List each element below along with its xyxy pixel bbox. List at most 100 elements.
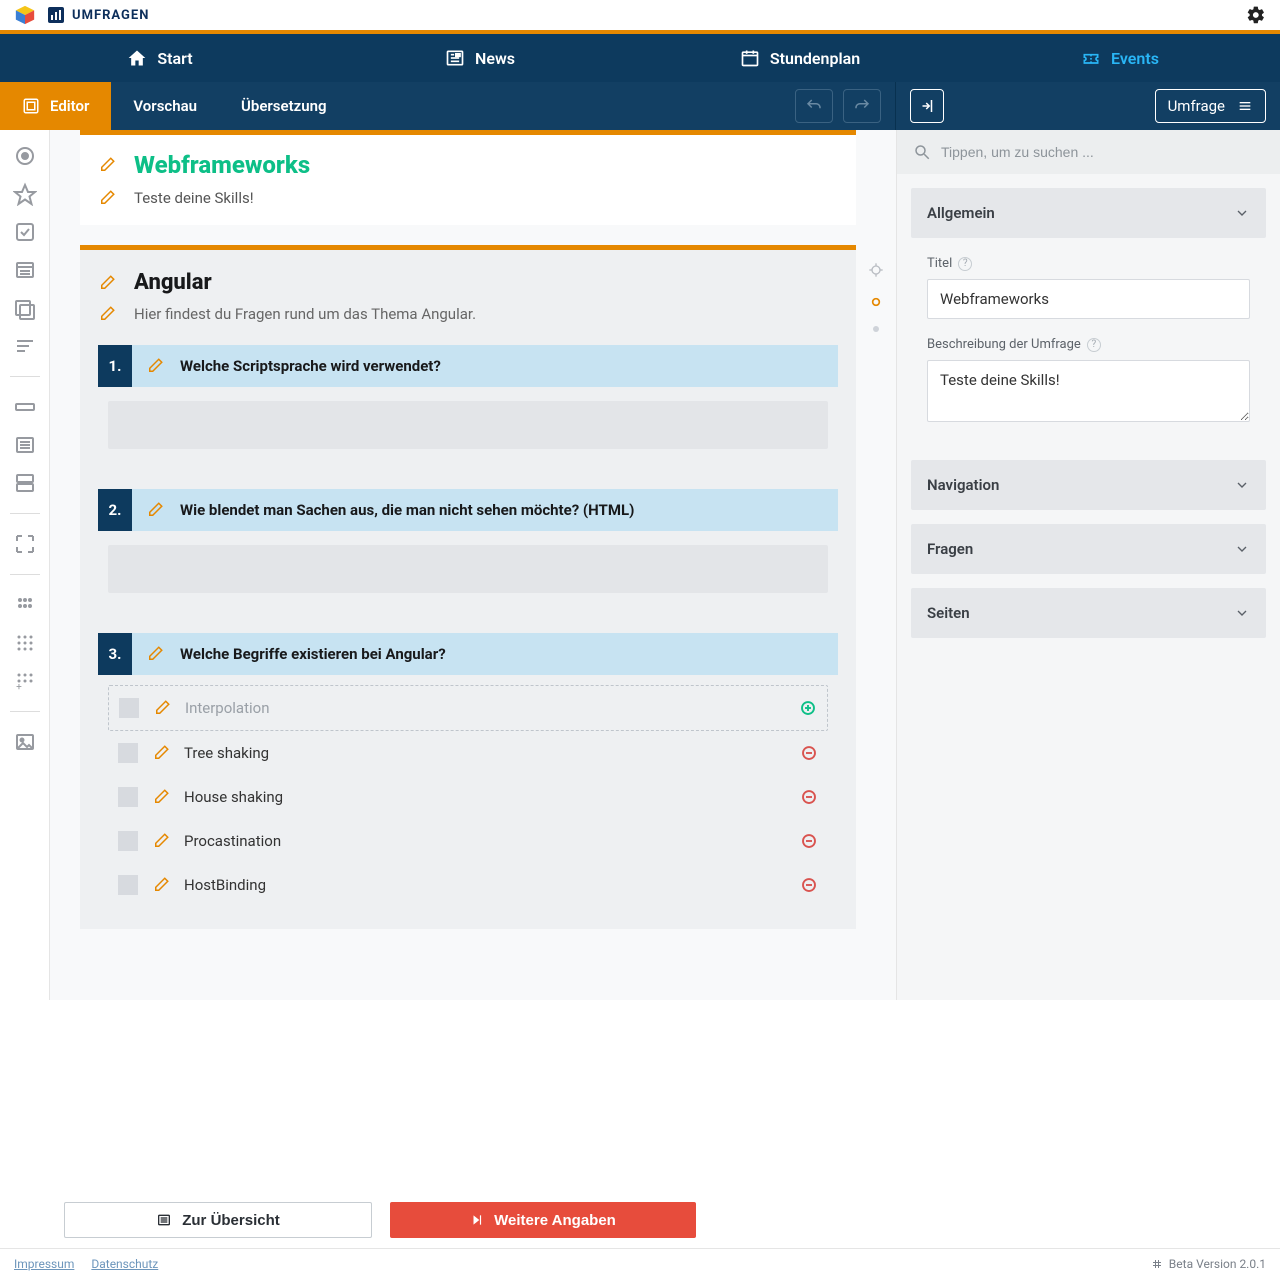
help-icon[interactable]: ? (958, 257, 972, 271)
answer-label[interactable]: Tree shaking (184, 744, 269, 762)
datenschutz-link[interactable]: Datenschutz (91, 1257, 158, 1271)
tab-uebersetzung[interactable]: Übersetzung (219, 82, 348, 130)
tool-matrix-dynamic[interactable]: + (13, 669, 37, 693)
survey-subtitle[interactable]: Teste deine Skills! (134, 189, 254, 207)
tool-panel[interactable] (13, 471, 37, 495)
undo-button[interactable] (795, 89, 833, 123)
back-button[interactable]: Zur Übersicht (64, 1202, 372, 1238)
calendar-icon (740, 48, 760, 68)
question-2[interactable]: 2. Wie blendet man Sachen aus, die man n… (98, 489, 838, 611)
pencil-icon[interactable] (153, 699, 171, 717)
tool-matrix-dropdown[interactable] (13, 631, 37, 655)
tool-boolean[interactable] (13, 296, 37, 320)
footer: Impressum Datenschutz Beta Version 2.0.1 (0, 1248, 1280, 1278)
app-title-text: UMFRAGEN (72, 8, 149, 23)
pencil-icon[interactable] (146, 501, 164, 519)
answer-row[interactable]: House shaking (108, 775, 828, 819)
help-icon[interactable]: ? (1087, 338, 1101, 352)
remove-icon[interactable] (800, 876, 818, 894)
pencil-icon[interactable] (146, 645, 164, 663)
answer-label[interactable]: House shaking (184, 788, 283, 806)
checkbox-icon[interactable] (118, 787, 138, 807)
impressum-link[interactable]: Impressum (14, 1257, 74, 1271)
remove-icon[interactable] (800, 788, 818, 806)
tool-checkbox[interactable] (13, 220, 37, 244)
survey-title[interactable]: Webframeworks (134, 151, 310, 179)
answer-label[interactable]: Interpolation (185, 699, 270, 717)
tool-image[interactable] (13, 730, 37, 754)
answer-row[interactable]: Tree shaking (108, 731, 828, 775)
circle-icon[interactable] (868, 294, 884, 310)
checkbox-icon[interactable] (119, 698, 139, 718)
beschreibung-textarea[interactable] (927, 360, 1250, 422)
page-block[interactable]: Angular Hier findest du Fragen rund um d… (80, 245, 856, 929)
checkbox-icon[interactable] (118, 875, 138, 895)
text-input-placeholder[interactable] (108, 401, 828, 449)
question-3[interactable]: 3. Welche Begriffe existieren bei Angula… (98, 633, 838, 915)
panel-seiten-header[interactable]: Seiten (911, 588, 1266, 638)
view-dropdown[interactable]: Umfrage (1155, 89, 1266, 123)
tool-matrix[interactable] (13, 593, 37, 617)
search-input[interactable] (941, 144, 1264, 160)
add-icon[interactable] (799, 699, 817, 717)
tool-text-input[interactable] (13, 395, 37, 419)
pencil-icon[interactable] (98, 189, 116, 207)
checkbox-icon[interactable] (118, 831, 138, 851)
redo-button[interactable] (843, 89, 881, 123)
panel-allgemein-header[interactable]: Allgemein (911, 188, 1266, 238)
answer-row-new[interactable]: Interpolation (108, 685, 828, 731)
question-1[interactable]: 1. Welche Scriptsprache wird verwendet? (98, 345, 838, 467)
page-description[interactable]: Hier findest du Fragen rund um das Thema… (134, 305, 476, 323)
action-bar: Zur Übersicht Weitere Angaben (50, 1192, 710, 1248)
tool-radio[interactable] (13, 144, 37, 168)
nav-events-label: Events (1111, 49, 1159, 68)
pencil-icon[interactable] (146, 357, 164, 375)
titel-input[interactable] (927, 279, 1250, 319)
page-nav-dots (868, 262, 884, 332)
settings-icon[interactable] (1246, 5, 1266, 25)
tool-expand[interactable] (13, 532, 37, 556)
pencil-icon[interactable] (98, 274, 116, 292)
question-text[interactable]: Welche Begriffe existieren bei Angular? (180, 645, 446, 663)
answer-row[interactable]: HostBinding (108, 863, 828, 907)
panel-fragen-header[interactable]: Fragen (911, 524, 1266, 574)
question-text[interactable]: Welche Scriptsprache wird verwendet? (180, 357, 441, 375)
answer-label[interactable]: Procastination (184, 832, 281, 850)
tab-editor-label: Editor (50, 97, 89, 115)
target-icon[interactable] (868, 262, 884, 278)
remove-icon[interactable] (800, 744, 818, 762)
question-text[interactable]: Wie blendet man Sachen aus, die man nich… (180, 501, 634, 519)
checkbox-icon[interactable] (118, 743, 138, 763)
nav-start[interactable]: Start (0, 48, 320, 68)
pencil-icon[interactable] (152, 876, 170, 894)
tool-rating[interactable] (13, 182, 37, 206)
chevron-down-icon (1234, 477, 1250, 493)
panel-allgemein-body: Titel ? Beschreibung der Umfrage ? (911, 238, 1266, 446)
forward-icon (470, 1213, 484, 1227)
next-button[interactable]: Weitere Angaben (390, 1202, 696, 1238)
tool-multitext[interactable] (13, 433, 37, 457)
tab-vorschau[interactable]: Vorschau (111, 82, 219, 130)
pencil-icon[interactable] (152, 744, 170, 762)
pencil-icon[interactable] (152, 832, 170, 850)
main-nav: Start News Stundenplan Events (0, 34, 1280, 82)
nav-stundenplan[interactable]: Stundenplan (640, 48, 960, 68)
element-toolbar: + (0, 130, 50, 1000)
pencil-icon[interactable] (152, 788, 170, 806)
collapse-panel-button[interactable] (910, 89, 944, 123)
dot-icon[interactable] (873, 326, 879, 332)
tool-comment[interactable] (13, 334, 37, 358)
panel-navigation-header[interactable]: Navigation (911, 460, 1266, 510)
remove-icon[interactable] (800, 832, 818, 850)
answer-row[interactable]: Procastination (108, 819, 828, 863)
nav-events[interactable]: Events (960, 48, 1280, 68)
nav-news[interactable]: News (320, 48, 640, 68)
tab-editor[interactable]: Editor (0, 82, 111, 130)
tool-dropdown[interactable] (13, 258, 37, 282)
pencil-icon[interactable] (98, 305, 116, 323)
answer-label[interactable]: HostBinding (184, 876, 266, 894)
page-title[interactable]: Angular (134, 270, 212, 295)
pencil-icon[interactable] (98, 156, 116, 174)
survey-header[interactable]: Webframeworks Teste deine Skills! (80, 130, 856, 225)
text-input-placeholder[interactable] (108, 545, 828, 593)
